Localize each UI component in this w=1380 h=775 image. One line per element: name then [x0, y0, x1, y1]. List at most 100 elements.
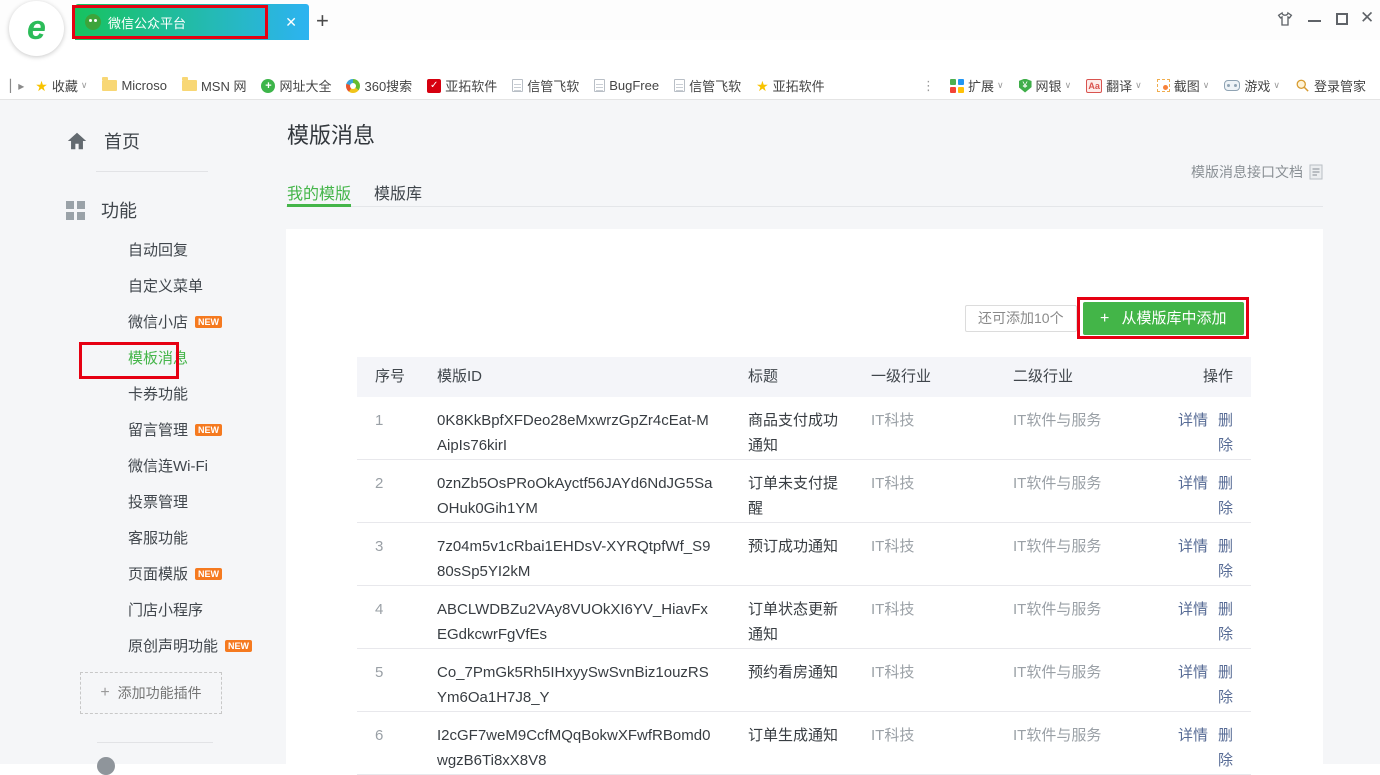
chevron-down-icon: ∨	[1203, 80, 1210, 91]
template-title: 预约看房通知	[730, 660, 853, 711]
bookmark-item[interactable]: 信管飞软	[674, 76, 741, 95]
sidebar-item-template-message[interactable]: 模板消息	[128, 341, 252, 377]
sidebar-item[interactable]: 门店小程序	[128, 593, 252, 629]
industry-secondary: IT软件与服务	[995, 597, 1171, 648]
sidebar-bottom-partial-icon	[97, 757, 115, 775]
active-tab-underline	[287, 204, 351, 207]
industry-secondary: IT软件与服务	[995, 660, 1171, 711]
chevron-down-icon: ∨	[1065, 80, 1072, 91]
sidebar-item[interactable]: 微信小店NEW	[128, 305, 252, 341]
browser-logo: e	[9, 1, 64, 56]
bookmark-item[interactable]: 信管飞软	[512, 76, 579, 95]
detail-link[interactable]: 详情	[1178, 727, 1208, 744]
delete-link[interactable]: 删除	[1218, 475, 1233, 517]
tool-translate[interactable]: Aa 翻译 ∨	[1086, 76, 1142, 95]
bookmark-item[interactable]: Microso	[102, 78, 167, 93]
login-keeper-icon	[1295, 78, 1310, 93]
sidebar-item[interactable]: 原创声明功能NEW	[128, 629, 252, 665]
tool-screenshot[interactable]: 截图 ∨	[1157, 76, 1210, 95]
bookmark-item[interactable]: 360搜索	[346, 76, 412, 95]
tab-title: 微信公众平台	[108, 13, 283, 32]
sidebar-item[interactable]: 页面模版NEW	[128, 557, 252, 593]
titlebar: 微信公众平台 ✕ + ✕	[0, 0, 1380, 40]
table-row: 2 0znZb5OsPRoOkAyctf56JAYd6NdJG5SaOHuk0G…	[357, 460, 1251, 523]
detail-link[interactable]: 详情	[1178, 664, 1208, 681]
collapse-panel-icon[interactable]: ▏▸	[10, 79, 23, 93]
tool-bank[interactable]: ¥ 网银 ∨	[1019, 76, 1072, 95]
navigation-toolbar: ‹ › 腾讯网 证 ▾ https://mp.weixin.qq.com/adv…	[0, 40, 1380, 72]
sidebar-item[interactable]: 留言管理NEW	[128, 413, 252, 449]
industry-secondary: IT软件与服务	[995, 723, 1171, 774]
template-id: Co_7PmGk5Rh5IHxyySwSvnBiz1ouzRSYm6Oa1H7J…	[419, 660, 730, 711]
detail-link[interactable]: 详情	[1178, 475, 1208, 492]
row-number: 2	[357, 471, 419, 522]
chevron-down-icon: ∨	[997, 80, 1004, 91]
bookmark-item[interactable]: ★ 亚拓软件	[756, 76, 825, 95]
page-icon	[594, 79, 605, 92]
browser-tab[interactable]: 微信公众平台 ✕	[75, 4, 309, 40]
overflow-dots-icon[interactable]: ⋮	[922, 78, 936, 94]
detail-link[interactable]: 详情	[1178, 412, 1208, 429]
add-plugin-button[interactable]: + 添加功能插件	[80, 672, 222, 714]
page-title: 模版消息	[287, 118, 375, 150]
bookmark-item[interactable]: MSN 网	[182, 76, 247, 95]
bookmark-item[interactable]: + 网址大全	[261, 76, 331, 95]
table-header-row: 序号 模版ID 标题 一级行业 二级行业 操作	[357, 357, 1251, 397]
tool-games[interactable]: 游戏 ∨	[1224, 76, 1280, 95]
table-row: 1 0K8KkBpfXFDeo28eMxwrzGpZr4cEat-MAipIs7…	[357, 397, 1251, 460]
industry-primary: IT科技	[853, 660, 995, 711]
sidebar-item[interactable]: 投票管理	[128, 485, 252, 521]
bookmark-item[interactable]: ✓ 亚拓软件	[427, 76, 497, 95]
games-icon	[1224, 80, 1240, 91]
sidebar-item[interactable]: 自动回复	[128, 233, 252, 269]
maximize-button[interactable]	[1336, 13, 1348, 25]
delete-link[interactable]: 删除	[1218, 538, 1233, 580]
column-header: 模版ID	[419, 357, 730, 397]
detail-link[interactable]: 详情	[1178, 601, 1208, 618]
api-doc-link[interactable]: 模版消息接口文档	[1135, 162, 1323, 182]
column-header: 二级行业	[995, 357, 1171, 397]
delete-link[interactable]: 删除	[1218, 412, 1233, 454]
divider	[286, 206, 1323, 207]
screenshot-icon	[1157, 79, 1170, 92]
new-tab-button[interactable]: +	[316, 8, 329, 34]
delete-link[interactable]: 删除	[1218, 727, 1233, 769]
sidebar-item[interactable]: 微信连Wi-Fi	[128, 449, 252, 485]
table-row: 5 Co_7PmGk5Rh5IHxyySwSvnBiz1ouzRSYm6Oa1H…	[357, 649, 1251, 712]
table-row: 3 7z04m5v1cRbai1EHDsV-XYRQtpfWf_S980sSp5…	[357, 523, 1251, 586]
theme-shirt-icon[interactable]	[1276, 10, 1294, 28]
tool-extensions[interactable]: 扩展 ∨	[950, 76, 1004, 95]
sidebar-item-home[interactable]: 首页	[66, 128, 140, 154]
bookmark-favorites[interactable]: ★ 收藏 ∨	[35, 76, 87, 95]
tab-close-icon[interactable]: ✕	[283, 14, 299, 31]
column-header: 序号	[357, 357, 419, 397]
industry-primary: IT科技	[853, 723, 995, 774]
delete-link[interactable]: 删除	[1218, 601, 1233, 643]
template-title: 预订成功通知	[730, 534, 853, 585]
template-id: 0K8KkBpfXFDeo28eMxwrzGpZr4cEat-MAipIs76k…	[419, 408, 730, 459]
row-number: 5	[357, 660, 419, 711]
close-button[interactable]: ✕	[1360, 8, 1374, 28]
tool-login-keeper[interactable]: 登录管家	[1295, 76, 1366, 95]
industry-primary: IT科技	[853, 534, 995, 585]
row-number: 4	[357, 597, 419, 648]
column-header: 操作	[1171, 357, 1251, 397]
minimize-button[interactable]	[1308, 12, 1321, 22]
delete-link[interactable]: 删除	[1218, 664, 1233, 706]
template-title: 订单状态更新通知	[730, 597, 853, 648]
add-from-library-button[interactable]: + 从模版库中添加	[1083, 302, 1244, 335]
row-number: 1	[357, 408, 419, 459]
new-badge: NEW	[195, 316, 222, 328]
row-number: 3	[357, 534, 419, 585]
detail-link[interactable]: 详情	[1178, 538, 1208, 555]
industry-primary: IT科技	[853, 471, 995, 522]
sidebar-item[interactable]: 自定义菜单	[128, 269, 252, 305]
sidebar-item[interactable]: 客服功能	[128, 521, 252, 557]
sidebar-section-features[interactable]: 功能	[66, 197, 137, 223]
bookmark-item[interactable]: BugFree	[594, 78, 659, 93]
new-badge: NEW	[225, 640, 252, 652]
tab-template-library[interactable]: 模版库	[374, 180, 422, 204]
tab-my-templates[interactable]: 我的模版	[287, 180, 351, 204]
sidebar-item[interactable]: 卡券功能	[128, 377, 252, 413]
divider	[96, 171, 208, 172]
